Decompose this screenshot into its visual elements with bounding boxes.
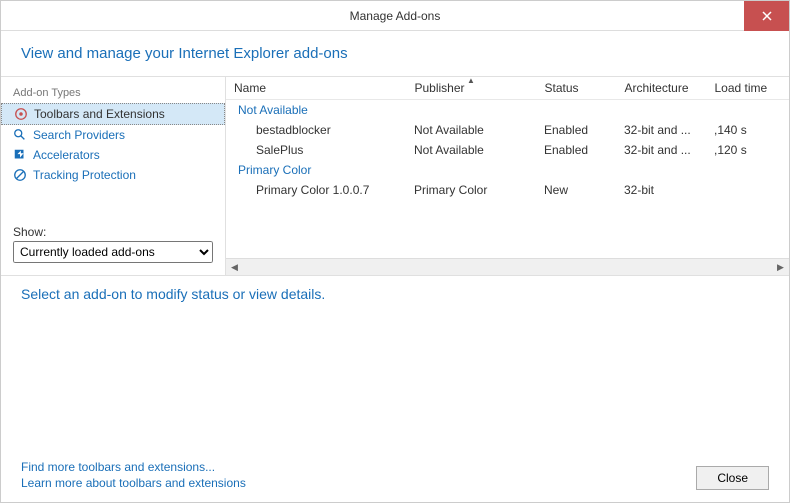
col-architecture[interactable]: Architecture <box>616 77 706 100</box>
close-window-button[interactable] <box>744 1 789 31</box>
search-icon <box>13 128 27 142</box>
find-more-link[interactable]: Find more toolbars and extensions... <box>21 460 246 474</box>
close-icon <box>762 11 772 21</box>
horizontal-scrollbar[interactable]: ◀ ▶ <box>226 258 789 275</box>
show-section: Show: Currently loaded add-ons <box>1 225 225 269</box>
table-row[interactable]: bestadblockerNot AvailableEnabled32-bit … <box>226 120 789 140</box>
scroll-left-icon[interactable]: ◀ <box>226 259 243 276</box>
details-panel: Select an add-on to modify status or vie… <box>1 276 789 452</box>
addon-types-label: Add-on Types <box>1 83 225 103</box>
addon-table-wrap: Name Publisher▲ Status Architecture Load… <box>226 77 789 258</box>
addon-table: Name Publisher▲ Status Architecture Load… <box>226 77 789 200</box>
sort-asc-icon: ▲ <box>467 77 475 85</box>
col-publisher[interactable]: Publisher▲ <box>406 77 536 100</box>
footer-links: Find more toolbars and extensions... Lea… <box>21 460 246 490</box>
sidebar-item-label: Toolbars and Extensions <box>34 107 165 121</box>
sidebar-item-label: Search Providers <box>33 128 125 142</box>
close-button[interactable]: Close <box>696 466 769 490</box>
col-status[interactable]: Status <box>536 77 616 100</box>
show-dropdown[interactable]: Currently loaded add-ons <box>13 241 213 263</box>
content-area: Add-on Types Toolbars and Extensions Sea… <box>1 76 789 276</box>
main-panel: Name Publisher▲ Status Architecture Load… <box>226 77 789 275</box>
tracking-protection-icon <box>13 168 27 182</box>
learn-more-link[interactable]: Learn more about toolbars and extensions <box>21 476 246 490</box>
toolbars-icon <box>14 107 28 121</box>
titlebar: Manage Add-ons <box>1 1 789 31</box>
sidebar-item-label: Accelerators <box>33 148 100 162</box>
table-row[interactable]: SalePlusNot AvailableEnabled32-bit and .… <box>226 140 789 160</box>
sidebar-item-toolbars-extensions[interactable]: Toolbars and Extensions <box>1 103 225 125</box>
table-row[interactable]: Primary Color 1.0.0.7Primary ColorNew32-… <box>226 180 789 200</box>
page-header: View and manage your Internet Explorer a… <box>1 31 789 76</box>
window-title: Manage Add-ons <box>350 9 441 23</box>
group-header[interactable]: Not Available <box>226 100 789 121</box>
sidebar-item-tracking-protection[interactable]: Tracking Protection <box>1 165 225 185</box>
group-header[interactable]: Primary Color <box>226 160 789 180</box>
sidebar: Add-on Types Toolbars and Extensions Sea… <box>1 77 226 275</box>
col-loadtime[interactable]: Load time <box>706 77 789 100</box>
accelerators-icon <box>13 148 27 162</box>
footer: Find more toolbars and extensions... Lea… <box>1 452 789 502</box>
col-name[interactable]: Name <box>226 77 406 100</box>
sidebar-item-search-providers[interactable]: Search Providers <box>1 125 225 145</box>
scroll-right-icon[interactable]: ▶ <box>772 259 789 276</box>
show-label: Show: <box>13 225 213 239</box>
details-prompt: Select an add-on to modify status or vie… <box>21 286 769 302</box>
sidebar-item-accelerators[interactable]: Accelerators <box>1 145 225 165</box>
sidebar-item-label: Tracking Protection <box>33 168 136 182</box>
